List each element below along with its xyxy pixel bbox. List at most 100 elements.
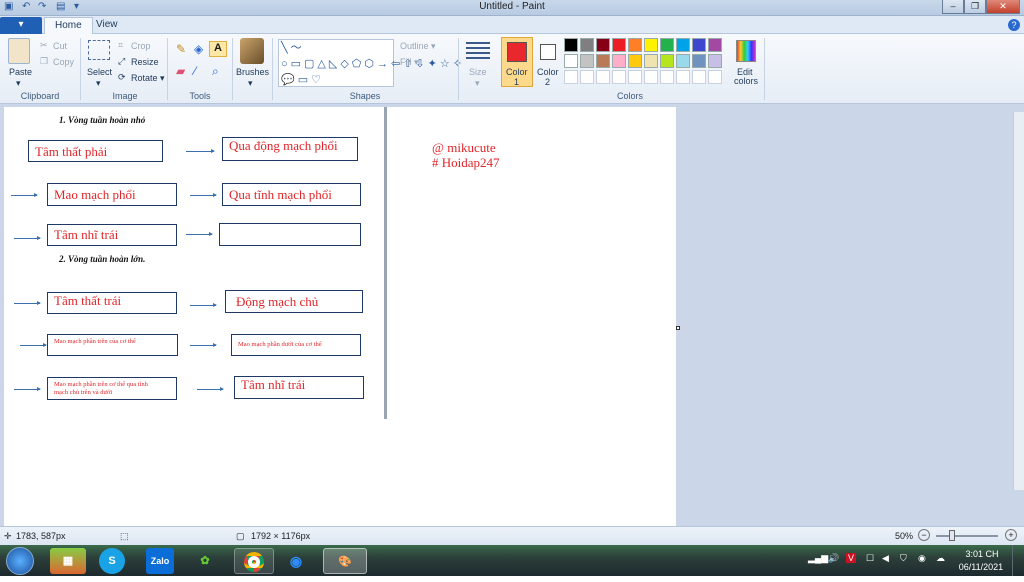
drawing-canvas[interactable]: 1. Vòng tuần hoàn nhỏ Tâm thất phải Qua …	[4, 107, 676, 526]
resize-button[interactable]: Resize	[131, 57, 159, 67]
size-icon[interactable]	[466, 42, 490, 62]
palette-color-swatch[interactable]	[692, 70, 706, 84]
paste-icon[interactable]	[8, 38, 30, 64]
palette-color-swatch[interactable]	[692, 38, 706, 52]
palette-color-swatch[interactable]	[564, 54, 578, 68]
palette-color-swatch[interactable]	[660, 70, 674, 84]
image-size-icon: ▢	[236, 531, 245, 541]
brushes-dropdown-icon[interactable]: ▾	[248, 78, 253, 89]
text-tool-icon[interactable]: A	[209, 41, 227, 57]
crop-button[interactable]: Crop	[131, 41, 151, 51]
palette-color-swatch[interactable]	[628, 38, 642, 52]
palette-color-swatch[interactable]	[676, 38, 690, 52]
copy-button[interactable]: Copy	[53, 57, 74, 67]
palette-color-swatch[interactable]	[644, 70, 658, 84]
palette-color-swatch[interactable]	[612, 38, 626, 52]
size-button[interactable]: Size	[469, 67, 487, 77]
network-signal-icon[interactable]: ▂▄▆	[808, 553, 828, 564]
clock-date[interactable]: 06/11/2021	[958, 562, 1004, 572]
select-button[interactable]: Select	[87, 67, 112, 77]
restore-button[interactable]: ❐	[964, 0, 986, 14]
palette-color-swatch[interactable]	[612, 54, 626, 68]
palette-color-swatch[interactable]	[628, 54, 642, 68]
chrome-icon[interactable]	[234, 548, 274, 574]
zoom-in-button[interactable]: +	[1005, 529, 1017, 541]
title-bar: ▣ ↶ ↷ ▤ ▾ Untitled - Paint ‒ ❐ ✕	[0, 0, 1024, 16]
rotate-button[interactable]: Rotate ▾	[131, 73, 165, 84]
help-icon[interactable]: ?	[1008, 19, 1020, 31]
arrow	[20, 343, 47, 347]
zoom-tray-icon[interactable]: ◉	[918, 553, 926, 564]
zoom-out-button[interactable]: −	[918, 529, 930, 541]
show-desktop-button[interactable]	[1012, 545, 1024, 576]
palette-color-swatch[interactable]	[644, 54, 658, 68]
palette-color-swatch[interactable]	[692, 54, 706, 68]
palette-color-swatch[interactable]	[580, 38, 594, 52]
paint-taskbar-icon[interactable]: 🎨	[323, 548, 367, 574]
arrow	[14, 387, 41, 391]
zoom-slider[interactable]	[936, 535, 998, 537]
palette-color-swatch[interactable]	[708, 54, 722, 68]
file-menu-tab[interactable]: ▾	[0, 17, 42, 34]
fill-button[interactable]: Fill ▾	[400, 57, 419, 68]
start-button-icon[interactable]	[6, 547, 34, 575]
palette-color-swatch[interactable]	[580, 54, 594, 68]
eraser-icon[interactable]: ▰	[176, 64, 185, 78]
select-dropdown-icon[interactable]: ▾	[96, 78, 101, 89]
magnifier-icon[interactable]: ⌕	[212, 64, 219, 79]
edit-colors-icon[interactable]	[736, 40, 756, 62]
palette-color-swatch[interactable]	[676, 54, 690, 68]
close-button[interactable]: ✕	[986, 0, 1020, 14]
palette-color-swatch[interactable]	[580, 70, 594, 84]
palette-color-swatch[interactable]	[644, 38, 658, 52]
fill-bucket-icon[interactable]: ◈	[194, 42, 203, 56]
pencil-icon[interactable]: ✎	[176, 42, 186, 56]
app-icon[interactable]: ✿	[190, 548, 220, 574]
edit-colors-button-line2[interactable]: colors	[734, 76, 758, 86]
palette-color-swatch[interactable]	[676, 70, 690, 84]
palette-color-swatch[interactable]	[596, 38, 610, 52]
brushes-icon[interactable]	[240, 38, 264, 64]
bluestacks-icon[interactable]: ▦	[50, 548, 86, 574]
palette-color-swatch[interactable]	[612, 70, 626, 84]
cut-button[interactable]: Cut	[53, 41, 67, 51]
zoom-app-icon[interactable]: ◉	[280, 548, 312, 574]
palette-color-swatch[interactable]	[596, 54, 610, 68]
palette-color-swatch[interactable]	[564, 38, 578, 52]
minimize-button[interactable]: ‒	[942, 0, 964, 14]
zoom-slider-thumb[interactable]	[949, 530, 955, 541]
separator	[232, 38, 233, 100]
shapes-gallery[interactable]: ╲〜○▭▢△◺◇⬠⬡→⇦⇧⇩✦☆✧💬▭♡	[278, 39, 462, 87]
outline-button[interactable]: Outline ▾	[400, 41, 436, 52]
palette-color-swatch[interactable]	[628, 70, 642, 84]
paste-dropdown-icon[interactable]: ▾	[16, 78, 21, 89]
select-icon[interactable]	[88, 40, 110, 60]
color2-swatch[interactable]	[540, 44, 556, 60]
shield-tray-icon[interactable]: ⛉	[900, 553, 907, 564]
color-picker-icon[interactable]: ⁄	[194, 64, 196, 78]
box-left-atrium-2: Tâm nhĩ trái	[234, 376, 364, 399]
palette-color-swatch[interactable]	[660, 38, 674, 52]
tab-view[interactable]: View	[86, 17, 128, 34]
brushes-button[interactable]: Brushes	[236, 67, 269, 77]
volume-icon[interactable]: 🔊	[828, 553, 839, 564]
palette-color-swatch[interactable]	[708, 70, 722, 84]
arrow	[190, 303, 217, 307]
vertical-scrollbar[interactable]	[1013, 112, 1024, 490]
resize-handle[interactable]	[676, 326, 680, 330]
vivaldi-tray-icon[interactable]: V	[846, 553, 857, 563]
speaker-tray-icon[interactable]: ◀	[882, 553, 889, 564]
clock-time[interactable]: 3:01 CH	[962, 549, 1002, 559]
zalo-icon[interactable]: Zalo	[146, 548, 174, 574]
image-group-label: Image	[112, 91, 138, 101]
zalo-tray-icon[interactable]: ☐	[866, 553, 874, 564]
palette-color-swatch[interactable]	[564, 70, 578, 84]
palette-color-swatch[interactable]	[708, 38, 722, 52]
skype-icon[interactable]: S	[99, 548, 125, 574]
cloud-tray-icon[interactable]: ☁	[936, 553, 945, 564]
palette-color-swatch[interactable]	[660, 54, 674, 68]
palette-color-swatch[interactable]	[596, 70, 610, 84]
paste-button[interactable]: Paste	[9, 67, 32, 77]
size-dropdown-icon[interactable]: ▾	[475, 78, 480, 89]
arrow	[186, 149, 215, 153]
